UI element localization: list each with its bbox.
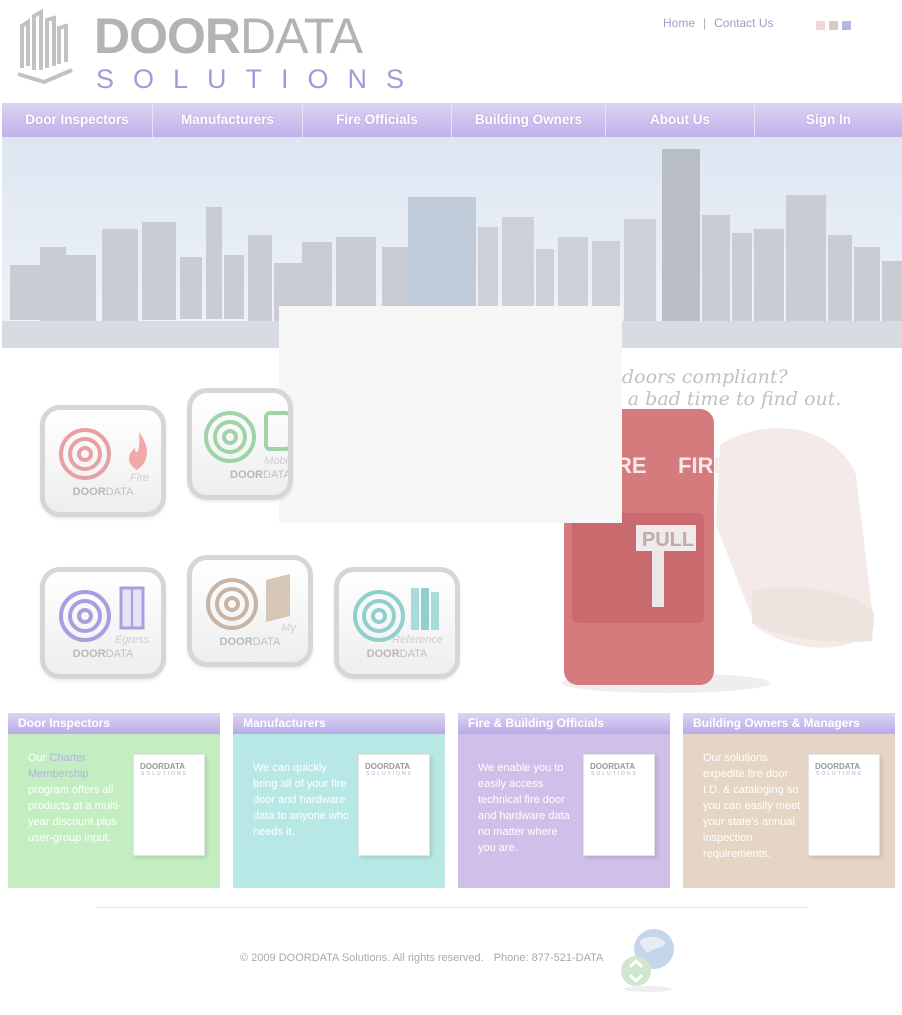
building-logo-icon (17, 8, 73, 84)
door-inspectors-box: Door Inspectors Our Charter Membership p… (8, 713, 220, 888)
fire-building-officials-box: Fire & Building Officials We enable you … (458, 713, 670, 888)
alarm-label-right: FIRE (678, 453, 729, 478)
video-placeholder-panel (279, 306, 622, 523)
footer-phone: Phone: 877-521-DATA (493, 952, 604, 964)
link-separator: | (703, 16, 707, 30)
fire-building-officials-box-title[interactable]: Fire & Building Officials (458, 713, 670, 734)
mobile-doordata-app-tile[interactable]: Mobi DOORDATA (187, 388, 293, 500)
egress-app-brand: DOORDATA (72, 648, 134, 660)
door-inspectors-box-title[interactable]: Door Inspectors (8, 713, 220, 734)
logo-subtitle: SOLUTIONS (96, 64, 424, 94)
building-owners-box: Building Owners & Managers Our solutions… (683, 713, 895, 888)
building-owners-box-title[interactable]: Building Owners & Managers (683, 713, 895, 734)
mobile-app-name: Mobi (264, 455, 288, 467)
fire-building-officials-box-text: We enable you to easily access technical… (478, 762, 570, 854)
footer-divider (96, 907, 807, 908)
theme-swatch-pink[interactable] (816, 21, 825, 30)
mobile-app-brand: DOORDATA (230, 469, 291, 481)
reference-app-brand: DOORDATA (366, 648, 428, 660)
door-inspectors-box-text: Our Charter Membership program offers al… (28, 752, 122, 844)
product-box-image: DOORDATA SOLUTIONS (583, 754, 655, 856)
manufacturers-box-title[interactable]: Manufacturers (233, 713, 445, 734)
product-box-image: DOORDATA SOLUTIONS (133, 754, 205, 856)
manufacturers-box-body: We can quickly bring all of your fire do… (233, 734, 445, 888)
egress-doordata-app-tile[interactable]: Egress DOORDATA (40, 567, 166, 679)
nav-fire-officials[interactable]: Fire Officials (303, 103, 452, 137)
reference-doordata-app-tile[interactable]: Reference DOORDATA (334, 567, 460, 679)
theme-swatch-lavender[interactable] (842, 21, 851, 30)
egress-app-name: Egress (114, 634, 149, 646)
contact-us-link[interactable]: Contact Us (714, 16, 773, 30)
fire-building-officials-box-body: We enable you to easily access technical… (458, 734, 670, 888)
home-link[interactable]: Home (663, 16, 695, 30)
building-owners-box-body: Our solutions expedite fire door I.D. & … (683, 734, 895, 888)
fire-app-brand: DOORDATA (72, 486, 134, 498)
nav-building-owners[interactable]: Building Owners (452, 103, 606, 137)
door-inspectors-box-body: Our Charter Membership program offers al… (8, 734, 220, 888)
theme-swatch-tan[interactable] (829, 21, 838, 30)
my-app-brand: DOORDATA (219, 636, 281, 648)
product-box-image: DOORDATA SOLUTIONS (808, 754, 880, 856)
nav-sign-in[interactable]: Sign In (755, 103, 902, 137)
tagline-line-1: doors compliant? (622, 366, 788, 388)
fire-doordata-app-tile[interactable]: Fire DOORDATA (40, 405, 166, 517)
color-theme-selector (816, 17, 855, 35)
footer-copyright: © 2009 DOORDATA Solutions. All rights re… (240, 952, 484, 964)
nav-door-inspectors[interactable]: Door Inspectors (2, 103, 153, 137)
footer: © 2009 DOORDATA Solutions. All rights re… (240, 952, 603, 964)
hero-tagline: doors compliant? s a bad time to find ou… (612, 366, 841, 410)
my-app-name: My (281, 622, 296, 634)
my-doordata-app-tile[interactable]: My DOORDATA (187, 555, 313, 667)
building-owners-box-text: Our solutions expedite fire door I.D. & … (703, 752, 801, 860)
main-nav: Door Inspectors Manufacturers Fire Offic… (2, 103, 902, 137)
recycle-globe-icon (621, 929, 674, 992)
fire-app-name: Fire (130, 472, 149, 484)
reference-app-name: Reference (392, 634, 443, 646)
manufacturers-box: Manufacturers We can quickly bring all o… (233, 713, 445, 888)
logo-wordmark: DOORDATA (94, 8, 363, 64)
manufacturers-box-text: We can quickly bring all of your fire do… (253, 762, 350, 838)
nav-manufacturers[interactable]: Manufacturers (153, 103, 303, 137)
top-links: Home | Contact Us (663, 16, 774, 30)
product-box-image: DOORDATA SOLUTIONS (358, 754, 430, 856)
site-logo[interactable]: DOORDATA SOLUTIONS (14, 8, 404, 94)
alarm-pull-label: PULL (641, 529, 695, 551)
nav-about-us[interactable]: About Us (606, 103, 755, 137)
